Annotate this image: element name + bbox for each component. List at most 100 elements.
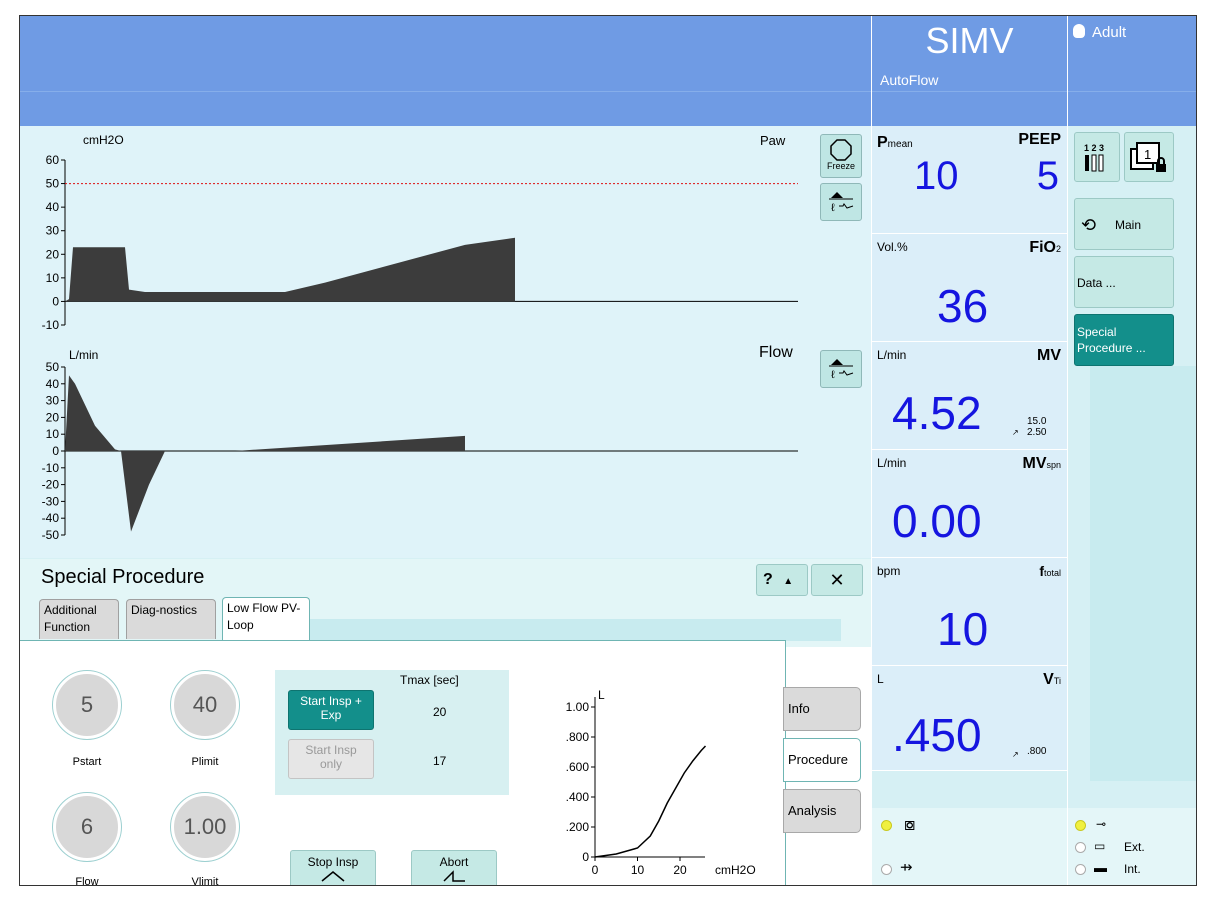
y-tick-label: 30 (46, 394, 60, 408)
close-icon: ✕ (829, 570, 845, 590)
patient-group[interactable]: Adult (1068, 16, 1196, 126)
help-label: ? (763, 571, 773, 588)
loop-y-tick-label: .600 (566, 760, 590, 774)
main-button[interactable]: ⟲ Main (1074, 198, 1174, 250)
mvspn-value: 0.00 (892, 495, 982, 547)
waveform-select-icon: ℓ (829, 192, 854, 214)
side-tab-label: Procedure (788, 752, 848, 767)
tab-label: Additional Function (44, 603, 97, 634)
help-button[interactable]: ? ▲ (756, 564, 808, 596)
lock-icon: 1 (1130, 142, 1166, 172)
vti-value: .450 (892, 709, 982, 761)
screen-lock-button[interactable]: 1 (1124, 132, 1174, 182)
tab-analysis[interactable]: Analysis (783, 789, 861, 833)
alarm-panel[interactable]: ⧇ ⇸ (872, 808, 1067, 885)
monitor-pmean-peep[interactable]: Pmean PEEP 10 5 (872, 126, 1067, 234)
plimit-knob[interactable]: 40 (171, 671, 239, 739)
monitor-ftotal[interactable]: bpm ftotal 10 (872, 558, 1067, 666)
flow-wave-config-button[interactable]: ℓ (820, 350, 862, 388)
fio2-value: 36 (937, 280, 989, 332)
data-button[interactable]: Data ... (1074, 256, 1174, 308)
freeze-button[interactable]: Freeze (820, 134, 862, 178)
tmax-header: Tmax [sec] (400, 673, 459, 687)
patient-divider (1068, 91, 1196, 92)
knob-value: 5 (80, 692, 94, 717)
y-tick-label: -50 (42, 528, 60, 542)
abort-button[interactable]: Abort (411, 850, 497, 885)
loop-y-tick-label: .200 (566, 820, 590, 834)
knob-value: 1.00 (183, 814, 227, 839)
loop-y-tick-label: 1.00 (566, 700, 590, 714)
knob-value: 40 (192, 692, 218, 717)
monitor-vti[interactable]: L VTi .450 ↗ .800 (872, 666, 1067, 771)
tab-label: Diag-nostics (131, 603, 198, 617)
mode-display[interactable]: SIMV AutoFlow (872, 16, 1067, 126)
start-insp-only-button[interactable]: Start Insp only (288, 739, 374, 779)
start-insp-exp-button[interactable]: Start Insp + Exp (288, 690, 374, 730)
tab-info[interactable]: Info (783, 687, 861, 731)
y-tick-label: -20 (42, 478, 60, 492)
int-battery-led (1075, 864, 1086, 875)
y-tick-label: 10 (46, 427, 60, 441)
close-button[interactable]: ✕ (811, 564, 863, 596)
tab-diagnostics[interactable]: Diag-nostics (126, 599, 216, 639)
vlimit-knob[interactable]: 1.00 (171, 793, 239, 861)
fio2-unit: Vol.% (877, 240, 908, 254)
nebulizer-icon: ⇸ (900, 859, 913, 876)
ftotal-label: ftotal (1039, 563, 1061, 579)
pressure-wave-config-button[interactable]: ℓ (820, 183, 862, 221)
header-subbar (20, 91, 871, 127)
y-tick-label: -40 (42, 511, 60, 525)
special-procedure-window: Special Procedure ? ▲ ✕ Additional Funct… (20, 559, 871, 885)
peep-label: PEEP (1018, 131, 1061, 148)
ftotal-unit: bpm (877, 564, 901, 578)
stop-insp-button[interactable]: Stop Insp (290, 850, 376, 885)
mode-name: SIMV (925, 20, 1014, 61)
humidifier-led (881, 820, 892, 831)
tab-label: Low Flow PV-Loop (227, 601, 301, 632)
pstart-knob[interactable]: 5 (53, 671, 121, 739)
y-tick-label: 0 (52, 444, 59, 458)
data-label: Data ... (1077, 276, 1116, 290)
monitor-mv[interactable]: L/min MV 4.52 ↗ 15.0 2.50 (872, 342, 1067, 450)
limit-icon: ↗ (1012, 428, 1019, 437)
y-tick-label: 0 (52, 294, 59, 308)
mode-submode: AutoFlow (880, 72, 939, 88)
stop-insp-icon (321, 871, 345, 882)
flow-knob[interactable]: 6 (53, 793, 121, 861)
loop-y-unit: L (598, 688, 605, 702)
patient-type: Adult (1092, 24, 1127, 41)
pv-loop-chart: 1.00 .800 .600 .400 .200 00 10 20 LcmH2O (566, 688, 756, 877)
special-procedure-label: Special Procedure ... (1077, 325, 1146, 355)
tab-procedure[interactable]: Procedure (783, 738, 861, 782)
monitor-fio2[interactable]: Vol.% FiO2 36 (872, 234, 1067, 342)
pressure-unit: cmH2O (83, 133, 124, 147)
pressure-axis: 60 50 40 30 20 10 0 -10 (42, 153, 798, 332)
power-panel[interactable]: ⊸ ▭ Ext. ▬ Int. (1068, 808, 1196, 885)
pmean-value: 10 (914, 154, 959, 198)
display-values-button[interactable]: 1 2 3 (1074, 132, 1120, 182)
pstart-label: Pstart (72, 756, 102, 768)
plimit-label: Plimit (191, 756, 219, 768)
column-divider (1067, 16, 1068, 885)
tab-strip (310, 619, 841, 641)
main-label: Main (1115, 218, 1142, 232)
ext-battery-label: Ext. (1124, 840, 1145, 854)
special-procedure-button[interactable]: Special Procedure ... (1074, 314, 1174, 366)
y-tick-label: -10 (42, 318, 60, 332)
patient-head-icon (1073, 24, 1085, 38)
svg-text:1: 1 (1144, 147, 1151, 162)
pv-loop-curve (594, 745, 707, 858)
loop-x-tick-label: 20 (673, 863, 687, 877)
loop-x-tick-label: 0 (592, 863, 599, 877)
monitor-mvspn[interactable]: L/min MVspn 0.00 (872, 450, 1067, 558)
ext-battery-led (1075, 842, 1086, 853)
tab-additional-function[interactable]: Additional Function (39, 599, 119, 639)
side-tab-label: Info (788, 701, 810, 716)
tab-low-flow-pv-loop[interactable]: Low Flow PV-Loop (222, 597, 310, 641)
y-tick-label: 40 (46, 377, 60, 391)
right-nav: 1 2 3 1 ⟲ Main Data ... Special Procedur… (1068, 126, 1196, 885)
mv-value: 4.52 (892, 387, 982, 439)
knob-value: 6 (80, 814, 94, 839)
pressure-label: Paw (760, 133, 786, 148)
